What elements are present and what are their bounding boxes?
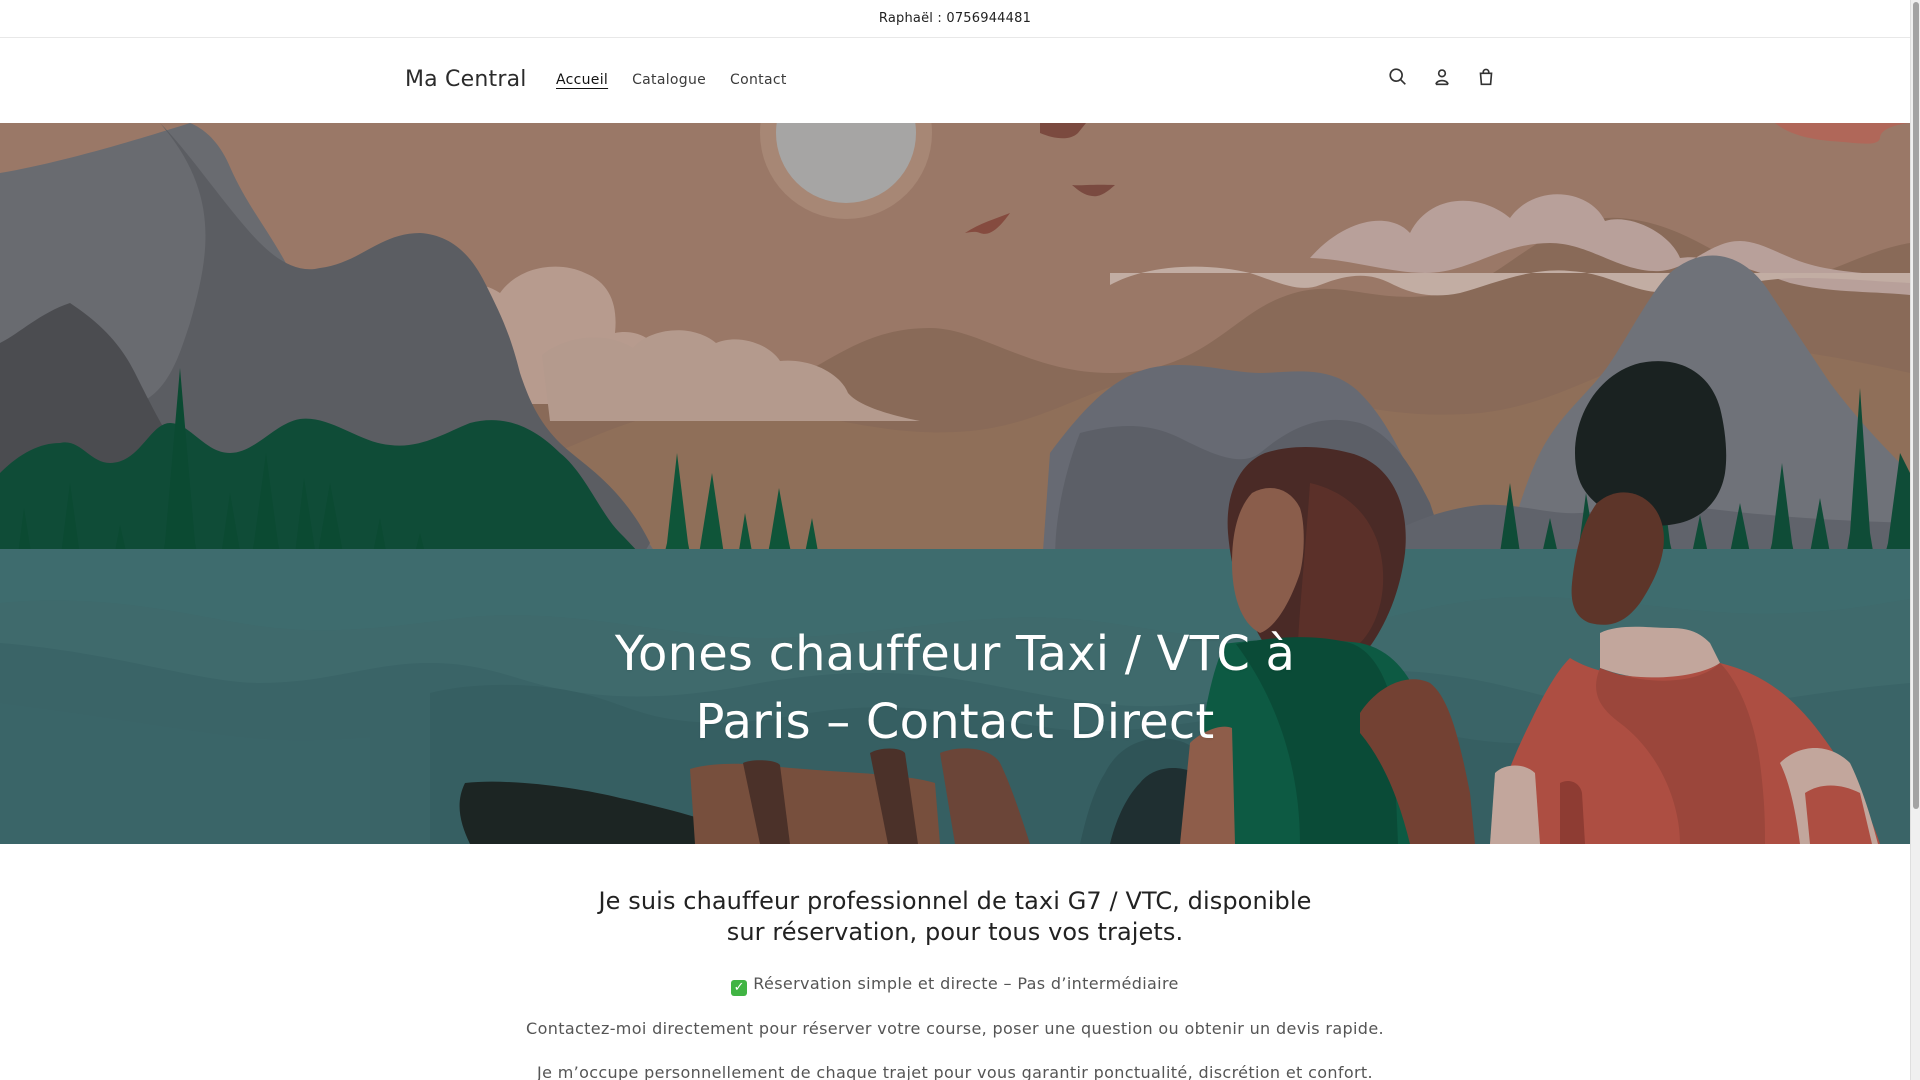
hero-banner: Yones chauffeur Taxi / VTC à Paris – Con…	[0, 123, 1910, 844]
site-header: Ma Central Accueil Catalogue Contact	[0, 38, 1910, 123]
intro-paragraph: Je suis chauffeur professionnel de taxi …	[598, 887, 1312, 946]
announcement-bar: Raphaël : 0756944481	[0, 0, 1910, 38]
contact-paragraph: Contactez-moi directement pour réserver …	[526, 1019, 1384, 1038]
checkmark-icon: ✓	[731, 980, 748, 996]
header-icon-group	[1386, 65, 1498, 89]
search-icon[interactable]	[1386, 65, 1410, 89]
feature-line: ✓ Réservation simple et directe – Pas d’i…	[520, 973, 1390, 996]
nav-link-accueil[interactable]: Accueil	[556, 72, 608, 88]
feature-text: Réservation simple et directe – Pas d’in…	[753, 974, 1179, 993]
cart-icon[interactable]	[1474, 65, 1498, 89]
page: Raphaël : 0756944481 Ma Central Accueil …	[0, 0, 1920, 1080]
vertical-scrollbar[interactable]	[1910, 0, 1920, 1080]
main-navigation: Accueil Catalogue Contact	[556, 72, 811, 88]
browser-viewport: Raphaël : 0756944481 Ma Central Accueil …	[0, 0, 1910, 1080]
nav-link-catalogue[interactable]: Catalogue	[632, 72, 706, 88]
store-logo[interactable]: Ma Central	[405, 67, 527, 92]
main-content: Je suis chauffeur professionnel de taxi …	[0, 844, 1910, 1080]
scrollbar-thumb[interactable]	[1913, 2, 1919, 809]
nav-link-contact[interactable]: Contact	[730, 72, 787, 88]
hero-title: Yones chauffeur Taxi / VTC à Paris – Con…	[614, 626, 1296, 750]
announcement-text: Raphaël : 0756944481	[878, 11, 1032, 26]
service-paragraph: Je m’occupe personnellement de chaque tr…	[537, 1063, 1373, 1080]
account-icon[interactable]	[1430, 65, 1454, 89]
